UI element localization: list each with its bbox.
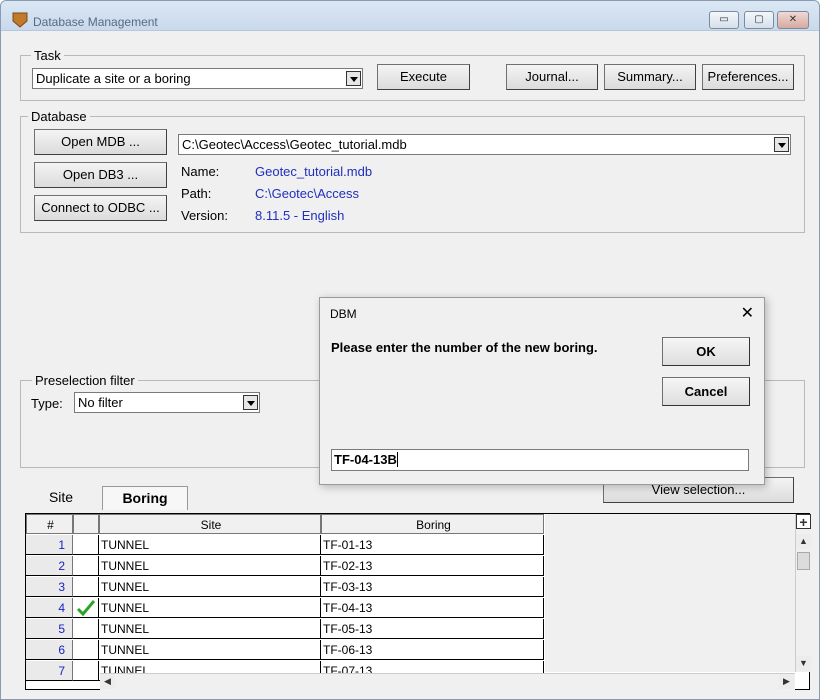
column-header-site[interactable]: Site	[99, 514, 321, 534]
database-path-value: C:\Geotec\Access\Geotec_tutorial.mdb	[182, 137, 407, 152]
row-check-cell[interactable]	[73, 619, 99, 639]
checkmark-icon	[76, 600, 96, 617]
name-label: Name:	[181, 164, 220, 179]
add-row-icon[interactable]: +	[796, 514, 811, 530]
cancel-button[interactable]: Cancel	[662, 377, 750, 406]
scroll-thumb[interactable]	[797, 552, 810, 570]
row-number[interactable]: 4	[26, 598, 73, 618]
tab-boring[interactable]: Boring	[102, 486, 188, 510]
tab-site[interactable]: Site	[21, 486, 101, 510]
row-check-cell[interactable]	[73, 556, 99, 576]
type-filter-value: No filter	[78, 395, 123, 410]
row-check-cell[interactable]	[73, 535, 99, 555]
title-bar[interactable]: Database Management ▭ ▢ ✕	[1, 1, 819, 31]
boring-number-input[interactable]: TF-04-13B	[331, 449, 749, 471]
dialog-title: DBM	[330, 307, 357, 321]
row-check-cell[interactable]	[73, 598, 99, 618]
database-group-label: Database	[28, 109, 90, 124]
task-select[interactable]: Duplicate a site or a boring	[32, 68, 363, 89]
maximize-button[interactable]: ▢	[744, 11, 774, 29]
row-number[interactable]: 2	[26, 556, 73, 576]
table-cell-boring[interactable]: TF-04-13	[321, 598, 544, 618]
table-cell-boring[interactable]: TF-01-13	[321, 535, 544, 555]
minimize-button[interactable]: ▭	[709, 11, 739, 29]
summary-button[interactable]: Summary...	[604, 64, 696, 90]
task-group-label: Task	[31, 48, 64, 63]
horizontal-scrollbar[interactable]: ◀ ▶	[100, 673, 795, 690]
database-app-icon	[12, 12, 28, 28]
table-cell-boring[interactable]: TF-03-13	[321, 577, 544, 597]
row-check-cell[interactable]	[73, 640, 99, 660]
table-cell-boring[interactable]: TF-06-13	[321, 640, 544, 660]
scroll-down-icon[interactable]: ▼	[796, 656, 811, 671]
table-cell-site[interactable]: TUNNEL	[99, 556, 321, 576]
row-number[interactable]: 5	[26, 619, 73, 639]
version-value: 8.11.5 - English	[255, 208, 345, 223]
new-boring-dialog: DBM ✕ Please enter the number of the new…	[319, 297, 765, 485]
open-mdb-button[interactable]: Open MDB ...	[34, 129, 167, 155]
scroll-left-icon[interactable]: ◀	[100, 674, 115, 689]
table-cell-site[interactable]: TUNNEL	[99, 619, 321, 639]
connect-odbc-button[interactable]: Connect to ODBC ...	[34, 195, 167, 221]
task-select-value: Duplicate a site or a boring	[36, 71, 191, 86]
text-caret	[396, 452, 398, 467]
chevron-down-icon[interactable]	[774, 137, 789, 152]
row-number[interactable]: 7	[26, 661, 73, 681]
row-number[interactable]: 6	[26, 640, 73, 660]
column-header-check[interactable]	[73, 514, 99, 534]
type-label: Type:	[31, 396, 63, 411]
preselection-group-label: Preselection filter	[32, 373, 138, 388]
table-cell-site[interactable]: TUNNEL	[99, 535, 321, 555]
window-title: Database Management	[33, 15, 158, 29]
main-window: Database Management ▭ ▢ ✕ Task Duplicate…	[0, 0, 820, 700]
row-number[interactable]: 3	[26, 577, 73, 597]
name-value: Geotec_tutorial.mdb	[255, 164, 373, 179]
dialog-close-icon[interactable]: ✕	[741, 303, 754, 323]
journal-button[interactable]: Journal...	[506, 64, 598, 90]
chevron-down-icon[interactable]	[346, 71, 361, 86]
open-db3-button[interactable]: Open DB3 ...	[34, 162, 167, 188]
type-filter-select[interactable]: No filter	[74, 392, 260, 413]
row-check-cell[interactable]	[73, 661, 99, 681]
version-label: Version:	[181, 208, 228, 223]
boring-table: # Site Boring 1 TUNNEL TF-01-13 2 TUNNEL TF-0…	[25, 513, 811, 690]
ok-button[interactable]: OK	[662, 337, 750, 366]
path-label: Path:	[181, 186, 212, 201]
execute-button[interactable]: Execute	[377, 64, 470, 90]
boring-number-value: TF-04-13B	[334, 452, 397, 467]
close-button[interactable]: ✕	[777, 11, 809, 29]
column-header-boring[interactable]: Boring	[321, 514, 544, 534]
vertical-scrollbar[interactable]: + ▲ ▼	[795, 514, 811, 672]
preferences-button[interactable]: Preferences...	[702, 64, 794, 90]
column-header-number[interactable]: #	[26, 514, 73, 534]
table-cell-boring[interactable]: TF-05-13	[321, 619, 544, 639]
database-path-select[interactable]: C:\Geotec\Access\Geotec_tutorial.mdb	[178, 134, 791, 155]
row-number[interactable]: 1	[26, 535, 73, 555]
scroll-up-icon[interactable]: ▲	[796, 534, 811, 549]
table-cell-site[interactable]: TUNNEL	[99, 598, 321, 618]
path-value: C:\Geotec\Access	[255, 186, 360, 201]
scroll-right-icon[interactable]: ▶	[779, 674, 794, 689]
chevron-down-icon[interactable]	[243, 395, 258, 410]
table-cell-site[interactable]: TUNNEL	[99, 577, 321, 597]
table-empty-area	[545, 514, 795, 672]
row-check-cell[interactable]	[73, 577, 99, 597]
table-cell-site[interactable]: TUNNEL	[99, 640, 321, 660]
dialog-prompt: Please enter the number of the new borin…	[331, 340, 598, 355]
table-cell-boring[interactable]: TF-02-13	[321, 556, 544, 576]
